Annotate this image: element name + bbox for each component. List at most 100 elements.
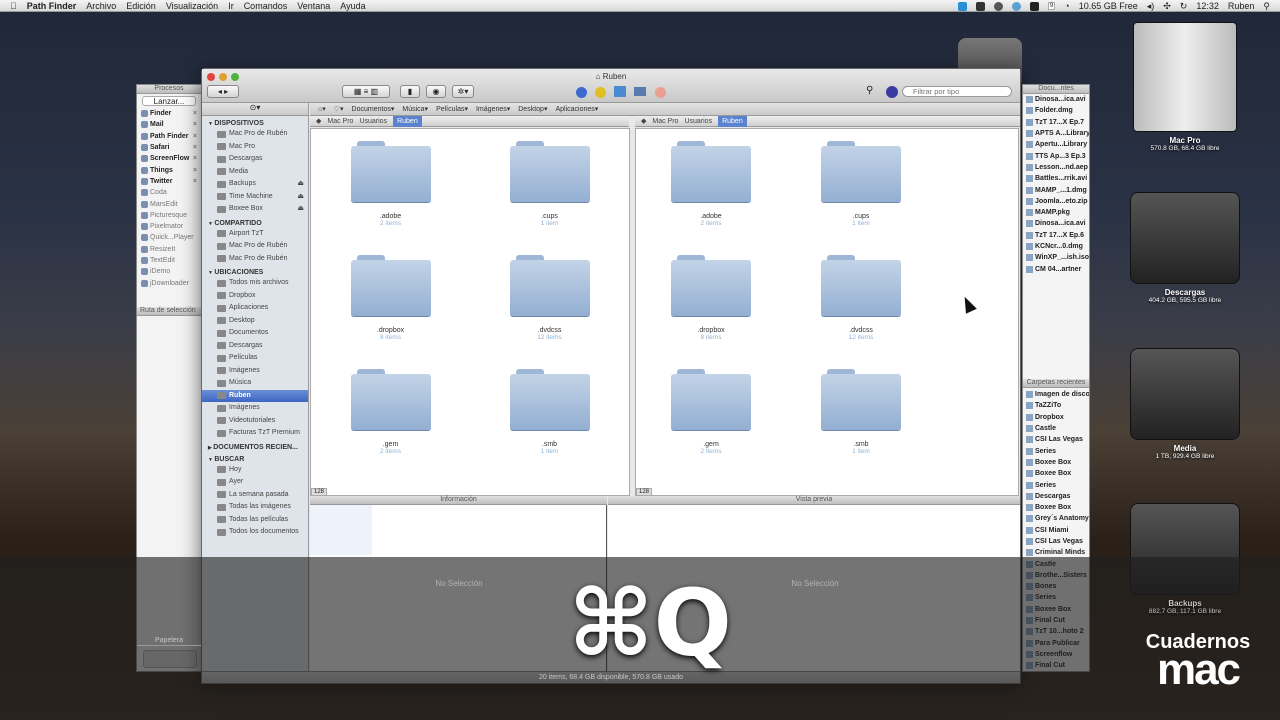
info-icon[interactable]: [576, 87, 587, 98]
menu-item[interactable]: Archivo: [86, 1, 116, 11]
free-space[interactable]: 10.65 GB Free: [1079, 1, 1138, 11]
sync-globe-icon[interactable]: [1011, 1, 1021, 11]
sidebar-item[interactable]: Desktop: [202, 315, 308, 328]
sidebar-action-gear-icon[interactable]: ⊙▾: [202, 103, 308, 116]
folder-item[interactable]: .smb 1 item: [470, 369, 629, 483]
recent-folder-item[interactable]: Descargas: [1023, 491, 1089, 502]
app-item[interactable]: iDemo: [137, 266, 201, 277]
drive-icon[interactable]: [614, 86, 626, 97]
quit-icon[interactable]: ×: [193, 153, 197, 164]
favorite-menu[interactable]: Documentos▾: [352, 105, 395, 113]
process-item[interactable]: Things ×: [137, 164, 201, 175]
sidebar-item[interactable]: Películas: [202, 352, 308, 365]
icon-size-select[interactable]: 128: [636, 488, 653, 496]
eject-icon[interactable]: ⏏: [297, 178, 304, 191]
sidebar-item[interactable]: Time Machine ⏏: [202, 191, 308, 204]
apple-root-icon[interactable]: ◆: [641, 117, 646, 125]
sidebar-item[interactable]: Dropbox: [202, 290, 308, 303]
folder-item[interactable]: .cups 1 item: [470, 141, 629, 255]
sidebar-item[interactable]: Todas las películas: [202, 514, 308, 527]
folder-item[interactable]: .dvdcss 12 items: [786, 255, 936, 369]
sidebar-section-header[interactable]: ▼ DISPOSITIVOS: [202, 116, 308, 128]
document-item[interactable]: KCNcr...0.dmg: [1023, 241, 1089, 252]
process-item[interactable]: ScreenFlow ×: [137, 153, 201, 164]
icon-size-select[interactable]: 128: [311, 488, 328, 496]
sidebar-item[interactable]: Ayer: [202, 476, 308, 489]
sidebar-item[interactable]: Mac Pro de Rubén: [202, 253, 308, 266]
sidebar-item[interactable]: Aplicaciones: [202, 302, 308, 315]
app-item[interactable]: Pixelmator: [137, 221, 201, 232]
magnifier-icon[interactable]: ⚲: [866, 85, 873, 96]
volume-icon[interactable]: ◂): [1147, 1, 1155, 12]
launch-button[interactable]: Lanzar...: [142, 96, 196, 106]
document-item[interactable]: MAMP.pkg: [1023, 207, 1089, 218]
recent-folder-item[interactable]: Boxee Box: [1023, 457, 1089, 468]
view-mode-buttons[interactable]: ▦ ≡ ▥: [342, 85, 390, 98]
quit-icon[interactable]: ×: [193, 165, 197, 176]
sidebar-item[interactable]: Imágenes: [202, 365, 308, 378]
clock-time[interactable]: 12:32: [1196, 1, 1219, 11]
menu-item[interactable]: Comandos: [244, 1, 288, 11]
sidebar-item[interactable]: Descargas: [202, 340, 308, 353]
menu-app-name[interactable]: Path Finder: [27, 1, 77, 11]
sidebar-item[interactable]: Mac Pro de Rubén: [202, 128, 308, 141]
recent-folder-item[interactable]: CSI Las Vegas: [1023, 536, 1089, 547]
process-item[interactable]: Path Finder ×: [137, 131, 201, 142]
recent-folder-item[interactable]: Boxee Box: [1023, 502, 1089, 513]
recent-folder-item[interactable]: CSI Las Vegas: [1023, 434, 1089, 445]
quicklook-eye-icon[interactable]: ◉: [426, 85, 446, 98]
breadcrumb-item[interactable]: Ruben: [393, 115, 422, 127]
desktop-icon-media[interactable]: Media 1 TB, 929.4 GB libre: [1130, 348, 1240, 460]
user-menu[interactable]: Ruben: [1228, 1, 1255, 11]
recent-folder-item[interactable]: Imagen de disco: [1023, 389, 1089, 400]
recent-folder-item[interactable]: Castle: [1023, 423, 1089, 434]
quit-icon[interactable]: ×: [193, 176, 197, 187]
sidebar-section-header[interactable]: ▼ COMPARTIDO: [202, 216, 308, 228]
back-forward-button[interactable]: ◂ ▸: [207, 85, 239, 98]
preview-panel-header[interactable]: Vista previa: [608, 496, 1020, 505]
document-item[interactable]: TzT 17...X Ep.7: [1023, 117, 1089, 128]
sidebar-item[interactable]: La semana pasada: [202, 489, 308, 502]
breadcrumb-item[interactable]: Usuarios: [359, 118, 387, 125]
folder-item[interactable]: .dropbox 8 items: [311, 255, 470, 369]
eject-icon[interactable]: ⏏: [297, 191, 304, 204]
folder-item[interactable]: .cups 1 item: [786, 141, 936, 255]
app-item[interactable]: Quick...Player: [137, 232, 201, 243]
quit-icon[interactable]: ×: [193, 142, 197, 153]
menu-item[interactable]: Visualización: [166, 1, 218, 11]
documents-header[interactable]: Docu...ntes: [1023, 85, 1089, 94]
desktop-icon-mac-pro[interactable]: Mac Pro 570.8 GB, 68.4 GB libre: [1130, 22, 1240, 152]
sidebar-item[interactable]: Documentos: [202, 327, 308, 340]
quit-icon[interactable]: ×: [193, 108, 197, 119]
desktop-icon-descargas[interactable]: Descargas 404.2 GB, 595.5 GB libre: [1130, 192, 1240, 304]
sidebar-item[interactable]: Mac Pro de Rubén: [202, 240, 308, 253]
nuke-icon[interactable]: [595, 87, 606, 98]
sidebar-item[interactable]: Boxee Box ⏏: [202, 203, 308, 216]
apple-root-icon[interactable]: ◆: [316, 117, 321, 125]
document-item[interactable]: Lesson...nd.aep: [1023, 162, 1089, 173]
process-item[interactable]: Finder ×: [137, 108, 201, 119]
processes-header[interactable]: Procesos: [137, 85, 201, 94]
favorite-menu[interactable]: Películas▾: [436, 105, 468, 113]
clock-icon[interactable]: ◔: [1064, 1, 1069, 11]
favorite-menu[interactable]: Música▾: [402, 105, 428, 113]
favorite-menu[interactable]: Desktop▾: [518, 105, 547, 113]
app-item[interactable]: Coda: [137, 187, 201, 198]
apple-menu-icon[interactable]: : [10, 1, 17, 11]
sidebar-item[interactable]: Todos los documentos: [202, 526, 308, 539]
twitter-icon[interactable]: [957, 1, 967, 11]
favorite-menu[interactable]: Imágenes▾: [476, 105, 510, 113]
spotlight-icon[interactable]: ⚲: [1263, 1, 1270, 12]
filter-search-input[interactable]: [902, 86, 1012, 97]
document-item[interactable]: Dinosa...ica.avi: [1023, 94, 1089, 105]
document-item[interactable]: CM 04...artner: [1023, 263, 1089, 274]
menu-item[interactable]: Ayuda: [340, 1, 365, 11]
folder-item[interactable]: .adobe 2 items: [311, 141, 470, 255]
info-panel-header[interactable]: Información: [310, 496, 607, 505]
recent-folder-item[interactable]: Dropbox: [1023, 412, 1089, 423]
sidebar-item[interactable]: Ruben: [202, 389, 308, 402]
sidebar-section-header[interactable]: ▶ DOCUMENTOS RECIEN...: [202, 440, 308, 452]
breadcrumb-item[interactable]: Usuarios: [684, 118, 712, 125]
document-item[interactable]: Joomla...eto.zip: [1023, 196, 1089, 207]
app-item[interactable]: Picturesque: [137, 210, 201, 221]
